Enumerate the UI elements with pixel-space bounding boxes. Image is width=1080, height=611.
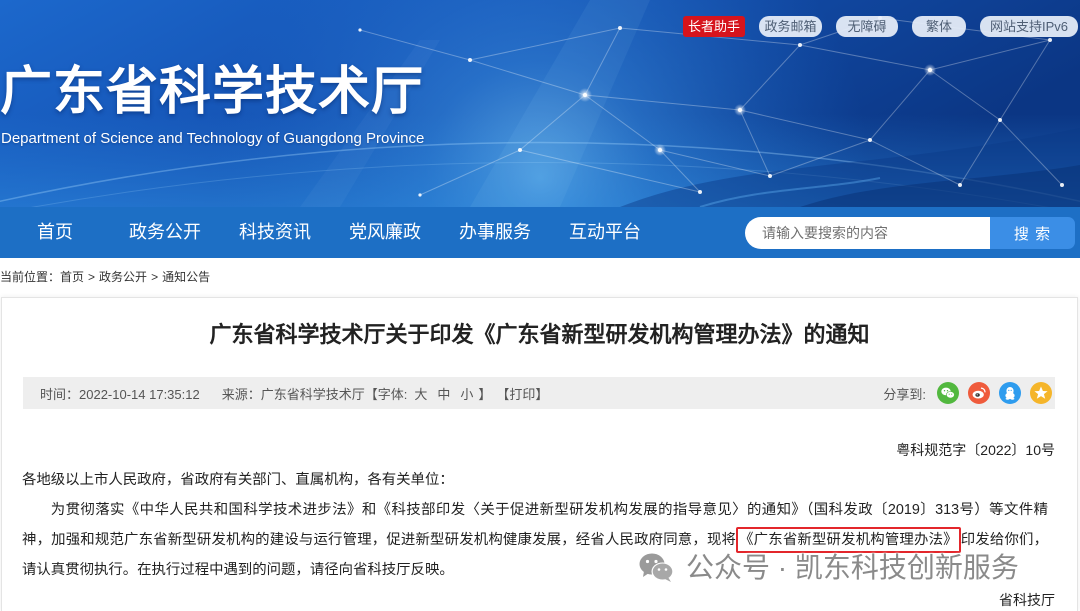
breadcrumb-separator: > [151,270,159,284]
breadcrumb-prefix: 当前位置： [0,270,61,284]
nav-items: 首页 政务公开 科技资讯 党风廉政 办事服务 互动平台 [0,207,660,258]
document-number: 粤科规范字〔2022〕10号 [896,442,1055,458]
article-meta-info: 时间：2022-10-14 17:35:12 来源：广东省科学技术厅 【字体: … [40,384,548,403]
article-meta-bar: 时间：2022-10-14 17:35:12 来源：广东省科学技术厅 【字体: … [23,377,1055,409]
breadcrumb-notices-link[interactable]: 通知公告 [162,270,210,284]
share-bar: 分享到: [883,382,1052,404]
font-size-large-link[interactable]: 大 [414,384,427,403]
nav-item-interaction[interactable]: 互动平台 [550,207,660,258]
print-link[interactable]: 【打印】 [496,384,548,403]
breadcrumb-home-link[interactable]: 首页 [60,270,84,284]
nav-item-government-affairs[interactable]: 政务公开 [110,207,220,258]
search-input[interactable] [745,217,990,249]
nav-item-tech-news[interactable]: 科技资讯 [220,207,330,258]
traditional-chinese-link[interactable]: 繁体 [912,16,966,37]
site-title: 广东省科学技术厅 [0,63,425,121]
breadcrumb-separator: > [88,270,96,284]
publish-time: 时间：2022-10-14 17:35:12 [40,386,200,402]
weibo-share-icon[interactable] [968,382,990,404]
article-title: 广东省科学技术厅关于印发《广东省新型研发机构管理办法》的通知 [209,322,870,347]
qq-share-icon[interactable] [999,382,1021,404]
font-size-bracket-close: 】 [478,386,492,402]
accessibility-link[interactable]: 无障碍 [836,16,898,37]
top-utility-links: 长者助手 政务邮箱 无障碍 繁体 网站支持IPv6 [683,16,1078,37]
ipv6-support-badge[interactable]: 网站支持IPv6 [980,16,1078,37]
share-label: 分享到: [883,386,926,402]
site-subtitle-english: Department of Science and Technology of … [1,130,425,147]
gov-mailbox-link[interactable]: 政务邮箱 [759,16,822,37]
breadcrumb: 当前位置：首页 > 政务公开 > 通知公告 [0,266,210,288]
font-size-small-link[interactable]: 小 [460,384,473,403]
search-button[interactable]: 搜 索 [990,217,1075,249]
site-search: 搜 索 [745,217,1075,249]
font-size-label: 【字体: [364,386,408,402]
site-header: 广东省科学技术厅 Department of Science and Techn… [0,0,1080,207]
elder-assistant-button[interactable]: 长者助手 [683,16,745,37]
salutation: 各地级以上市人民政府，省政府有关部门、直属机构，各有关单位： [22,472,454,488]
main-navigation: 首页 政务公开 科技资讯 党风廉政 办事服务 互动平台 搜 索 [0,207,1080,258]
signature-line: 省科技厅 [999,592,1055,608]
star-glyph-icon [1030,382,1052,404]
nav-item-home[interactable]: 首页 [0,207,110,258]
nav-item-services[interactable]: 办事服务 [440,207,550,258]
nav-item-party-integrity[interactable]: 党风廉政 [330,207,440,258]
wechat-glyph-icon [937,382,959,404]
wechat-share-icon[interactable] [937,382,959,404]
font-size-medium-link[interactable]: 中 [437,384,450,403]
highlighted-document-title: 《广东省新型研发机构管理办法》 [736,527,961,553]
weibo-glyph-icon [968,382,990,404]
qzone-share-icon[interactable] [1030,382,1052,404]
qq-glyph-icon [999,382,1021,404]
article-panel: 广东省科学技术厅关于印发《广东省新型研发机构管理办法》的通知 时间：2022-1… [1,297,1078,611]
article-source: 来源：广东省科学技术厅 [221,386,365,402]
breadcrumb-government-affairs-link[interactable]: 政务公开 [99,270,147,284]
body-paragraph: 为贯彻落实《中华人民共和国科学技术进步法》和《科技部印发〈关于促进新型研发机构发… [22,495,1048,585]
